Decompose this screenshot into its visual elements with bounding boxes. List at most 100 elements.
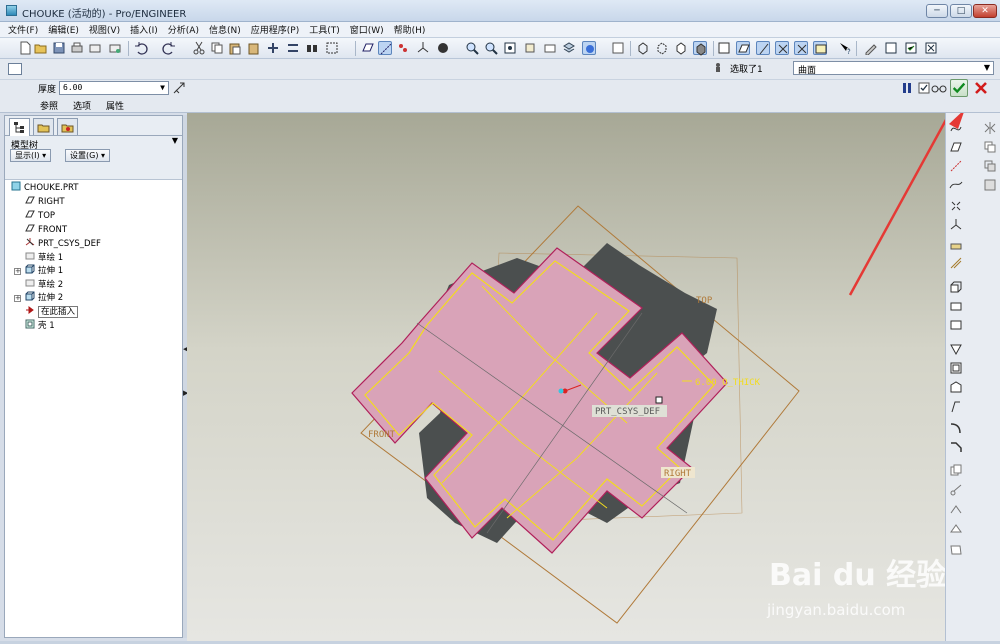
shading-icon[interactable] <box>436 41 450 55</box>
settings-menu-button[interactable]: 设置(G) ▾ <box>65 149 110 162</box>
ok-button[interactable] <box>950 79 968 97</box>
window-activate-icon[interactable] <box>904 41 918 55</box>
email-link-icon[interactable] <box>108 41 122 55</box>
trim-tool-icon[interactable] <box>949 483 963 497</box>
tree-item-part[interactable]: CHOUKE.PRT <box>11 181 79 194</box>
datum-point-display-icon[interactable] <box>396 41 410 55</box>
tree-item-sketch-2[interactable]: 草绘 2 <box>25 278 63 291</box>
tab-favorites[interactable] <box>57 118 78 135</box>
regen-manager-icon[interactable] <box>286 41 300 55</box>
menu-edit[interactable]: 编辑(E) <box>48 23 79 36</box>
pattern-tool-icon[interactable] <box>949 256 963 270</box>
round-tool-icon[interactable] <box>949 420 963 434</box>
zoom-out-icon[interactable] <box>484 41 498 55</box>
fill-tool-icon[interactable] <box>983 178 997 192</box>
tree-item-csys[interactable]: PRT_CSYS_DEF <box>25 237 101 250</box>
datum-curve-sketch-icon[interactable] <box>949 121 963 135</box>
mirror-tool-icon[interactable] <box>983 121 997 135</box>
copy-icon[interactable] <box>210 41 224 55</box>
no-hidden-icon[interactable] <box>674 41 688 55</box>
model-tree-settings-icon[interactable] <box>864 41 878 56</box>
preview-checkbox[interactable] <box>918 82 930 94</box>
datum-plane-display-icon[interactable] <box>361 41 375 55</box>
tree-item-sketch-1[interactable]: 草绘 1 <box>25 251 63 264</box>
tab-folder-browser[interactable] <box>33 118 54 135</box>
drag-handle[interactable] <box>655 396 663 404</box>
new-file-icon[interactable] <box>18 41 32 55</box>
model-view[interactable]: TOP FRONT RIGHT PRT_CSYS_DEF 6.00 O_THIC… <box>187 113 945 641</box>
menu-info[interactable]: 信息(N) <box>209 23 241 36</box>
thickness-dimension[interactable]: 6.00 O_THICK <box>695 378 761 388</box>
display-style-icon[interactable] <box>717 41 731 55</box>
thickness-input[interactable]: 6.00 ▼ <box>59 81 169 95</box>
pause-icon[interactable] <box>902 83 912 93</box>
tree-item-insert-here[interactable]: 在此插入 <box>25 305 79 318</box>
hole-tool-icon[interactable] <box>949 342 963 356</box>
csys-tag-toggle-icon[interactable] <box>794 41 808 55</box>
tree-item-extrude-1[interactable]: 拉伸 1 <box>25 264 63 277</box>
open-folder-icon[interactable] <box>34 41 48 55</box>
draft-tool-icon[interactable] <box>949 400 963 414</box>
annotation-toggle-icon[interactable] <box>813 41 827 55</box>
solidify-tool-icon[interactable] <box>949 542 963 556</box>
datum-curve-icon[interactable] <box>949 178 963 192</box>
zoom-in-icon[interactable] <box>465 41 479 55</box>
tree-item-top[interactable]: TOP <box>25 209 55 222</box>
thicken-tool-icon[interactable] <box>949 522 963 536</box>
revolve-tool-icon[interactable] <box>949 299 963 313</box>
variable-sweep-icon[interactable] <box>949 318 963 332</box>
shell-tool-icon[interactable] <box>949 361 963 375</box>
csys-display-icon[interactable] <box>416 41 430 55</box>
paste-special-icon[interactable] <box>247 41 261 55</box>
selection-filter-select[interactable]: 曲面 ▼ <box>793 61 994 76</box>
tab-options[interactable]: 选项 <box>73 99 91 112</box>
label-csys[interactable]: PRT_CSYS_DEF <box>595 407 660 417</box>
point-tag-toggle-icon[interactable] <box>775 41 789 55</box>
shaded-icon[interactable] <box>693 41 707 56</box>
window-tile-icon[interactable] <box>884 41 898 55</box>
saved-views-icon[interactable] <box>543 41 557 55</box>
show-menu-button[interactable]: 显示(I) ▾ <box>10 149 52 162</box>
datum-plane-tool-icon[interactable] <box>949 140 963 154</box>
tree-item-extrude-2[interactable]: 拉伸 2 <box>25 291 63 304</box>
intersect-tool-icon[interactable] <box>983 159 997 173</box>
print-icon[interactable] <box>70 41 84 55</box>
tab-properties[interactable]: 属性 <box>106 99 124 112</box>
plane-tag-toggle-icon[interactable] <box>736 41 750 55</box>
hidden-line-icon[interactable] <box>655 41 669 55</box>
context-help-icon[interactable]: ? <box>838 41 852 56</box>
label-front[interactable]: FRONT <box>368 430 396 440</box>
expand-toggle[interactable]: + <box>14 268 21 275</box>
expand-toggle[interactable]: + <box>14 295 21 302</box>
offset-tool-icon[interactable] <box>949 503 963 517</box>
window-close-icon[interactable] <box>924 41 938 55</box>
email-icon[interactable] <box>88 41 102 55</box>
maximize-button[interactable]: □ <box>950 4 972 18</box>
layers-icon[interactable] <box>562 41 576 55</box>
menu-tools[interactable]: 工具(T) <box>309 23 340 36</box>
chevron-down-icon[interactable]: ▼ <box>172 136 178 145</box>
menu-help[interactable]: 帮助(H) <box>394 23 426 36</box>
menu-analysis[interactable]: 分析(A) <box>168 23 199 36</box>
tab-model-tree[interactable] <box>9 118 30 136</box>
analysis-feature-icon[interactable] <box>949 237 963 251</box>
save-icon[interactable] <box>52 41 66 55</box>
copy-feature-icon[interactable] <box>949 463 963 477</box>
menu-applications[interactable]: 应用程序(P) <box>251 23 299 36</box>
menu-insert[interactable]: 插入(I) <box>130 23 158 36</box>
axis-tag-toggle-icon[interactable] <box>756 41 770 55</box>
reorient-icon[interactable] <box>523 41 537 55</box>
datum-point-tool-icon[interactable] <box>949 199 963 213</box>
wireframe-icon[interactable] <box>636 41 650 55</box>
close-button[interactable]: ✕ <box>973 4 997 18</box>
message-area-icon[interactable] <box>8 63 22 75</box>
appearance-icon[interactable] <box>582 41 596 55</box>
rib-tool-icon[interactable] <box>949 380 963 394</box>
cancel-button[interactable] <box>973 80 989 96</box>
redo-icon[interactable] <box>162 41 176 55</box>
tree-item-front[interactable]: FRONT <box>25 223 67 236</box>
label-top[interactable]: TOP <box>696 296 713 306</box>
cut-icon[interactable] <box>192 41 206 55</box>
minimize-button[interactable]: ─ <box>926 4 948 18</box>
menu-view[interactable]: 视图(V) <box>89 23 120 36</box>
